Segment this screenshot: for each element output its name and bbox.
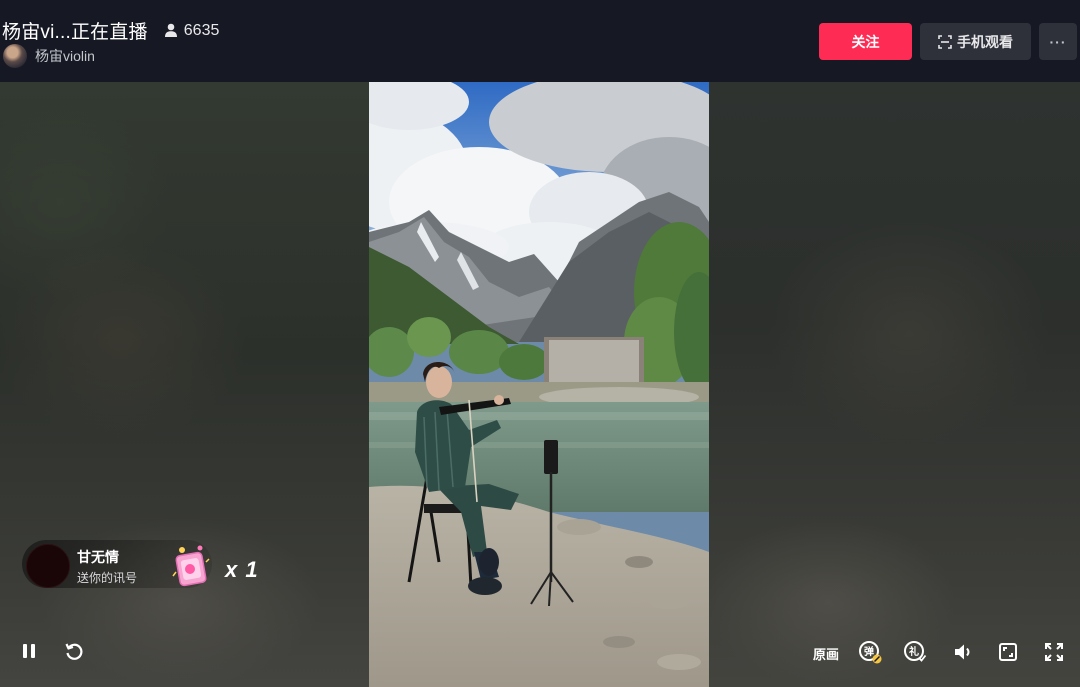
refresh-icon (65, 643, 83, 660)
live-player[interactable]: 甘无情 送你的讯号 x 1 原画 弹 礼 (0, 82, 1080, 687)
pause-icon (23, 644, 35, 658)
volume-icon (955, 644, 970, 660)
fullscreen-icon (1045, 643, 1063, 661)
quality-selector[interactable]: 原画 (813, 644, 839, 663)
pause-button[interactable] (18, 640, 40, 662)
phone-watch-button[interactable]: 手机观看 (920, 23, 1031, 60)
fullscreen-button[interactable] (1042, 640, 1066, 664)
title-row: 杨宙vi...正在直播 6635 (2, 17, 219, 44)
web-fullscreen-button[interactable] (996, 640, 1020, 664)
gift-message: 送你的讯号 (77, 571, 138, 585)
more-icon: ··· (1049, 33, 1067, 50)
gifter-avatar[interactable] (26, 544, 70, 588)
danmaku-icon: 弹 (859, 641, 882, 664)
danmaku-toggle[interactable]: 弹 (858, 640, 882, 664)
blurred-backdrop-left (0, 82, 369, 687)
refresh-button[interactable] (63, 640, 85, 662)
person-icon (164, 23, 177, 37)
phone-watch-label: 手机观看 (957, 33, 1013, 50)
follow-button[interactable]: 关注 (819, 23, 912, 60)
host-info[interactable]: 杨宙violin (3, 44, 95, 68)
blurred-backdrop-right (709, 82, 1080, 687)
svg-text:礼: 礼 (909, 645, 919, 658)
gifter-name[interactable]: 甘无情 (77, 547, 119, 567)
volume-button[interactable] (952, 640, 976, 664)
follow-button-label: 关注 (851, 33, 880, 50)
viewer-count-value: 6635 (183, 21, 220, 39)
gift-effect-toggle[interactable]: 礼 (903, 640, 927, 664)
stream-title: 杨宙vi...正在直播 (2, 22, 148, 43)
gift-count: x 1 (225, 557, 259, 582)
gift-icon (172, 545, 210, 587)
more-button[interactable]: ··· (1039, 23, 1077, 60)
gift-effect-icon: 礼 (904, 641, 927, 662)
scan-icon (938, 34, 952, 49)
host-name[interactable]: 杨宙violin (35, 46, 95, 66)
gift-notice: 甘无情 送你的讯号 x 1 (22, 540, 262, 590)
video-frame[interactable] (369, 82, 709, 687)
web-fullscreen-icon (999, 643, 1017, 661)
host-avatar[interactable] (3, 44, 27, 68)
svg-text:弹: 弹 (864, 645, 874, 658)
video-scene (369, 82, 709, 687)
live-header: 杨宙vi...正在直播 6635 杨宙violin 关注 手机观看 ··· (0, 0, 1080, 82)
viewer-count: 6635 (164, 21, 220, 40)
